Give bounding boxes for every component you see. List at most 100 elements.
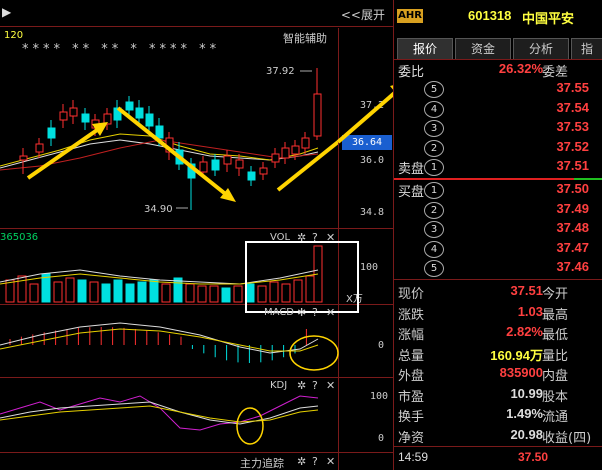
candle-body: [223, 155, 232, 165]
candle-body: [301, 137, 310, 149]
weibi-row: 委比 26.32% 委差: [394, 61, 602, 80]
kdj-axis-100: 100: [370, 391, 389, 402]
volume-bar: [29, 283, 39, 303]
tab-quote[interactable]: 报价: [397, 38, 453, 59]
kdj-j-line: [0, 395, 319, 431]
stock-name: 中国平安: [522, 12, 575, 27]
volume-bar: [77, 279, 87, 303]
tab-index[interactable]: 指: [571, 38, 602, 59]
chart-top-bar: ▶ <<展开: [0, 0, 393, 27]
stats-row: 净资 20.98 收益(四): [394, 427, 602, 446]
kline-chart-area[interactable]: ▶ <<展开 120 **** ** ** * **** ** 智能辅助 37.…: [0, 0, 393, 470]
level-index-icon: 2: [424, 139, 444, 157]
vol-axis-100: 100: [360, 262, 379, 273]
buy-level-row[interactable]: 4 37.47: [394, 240, 602, 259]
stat-label-2: 最高: [542, 307, 569, 323]
level-index-icon: 1: [424, 182, 444, 199]
level-price: 37.48: [556, 220, 589, 235]
candle-body: [235, 159, 244, 169]
tracker-help-icon[interactable]: ?: [312, 455, 318, 468]
candle-body: [135, 107, 144, 119]
stat-label-2: 内盘: [542, 369, 569, 384]
level-price: 37.50: [556, 181, 589, 196]
buy-level-row[interactable]: 2 37.49: [394, 201, 602, 220]
volume-bar: [137, 281, 147, 303]
volume-bar: [221, 287, 231, 303]
level-index-icon: 5: [424, 81, 444, 98]
stock-code: 601318: [468, 8, 512, 23]
tracker-gear-icon[interactable]: ✲: [297, 455, 306, 468]
sell-level-row[interactable]: 3 37.53: [394, 119, 602, 138]
stat-label: 现价: [398, 287, 425, 302]
sell-level-row[interactable]: 卖盘 1 37.51: [394, 158, 602, 177]
kdj-axis-0: 0: [378, 433, 385, 444]
volume-bar: [197, 285, 207, 303]
kdj-d-line: [0, 405, 319, 423]
stat-value: 37.51: [510, 283, 543, 298]
candle-body: [281, 147, 290, 159]
tracker-title[interactable]: 主力追踪: [240, 455, 284, 470]
quote-panel: AHR 601318 中国平安 报价 资金 分析 指 委比 26.32% 委差 …: [393, 0, 602, 470]
candle-body: [271, 153, 280, 163]
weibi-value: 26.32%: [498, 61, 543, 76]
stat-value: 20.98: [510, 426, 543, 442]
sell-level-row[interactable]: 2 37.52: [394, 139, 602, 158]
candle-body: [47, 127, 56, 139]
candle-body: [59, 111, 68, 121]
volume-bar: [125, 283, 135, 303]
stats-row: 涨跌 1.03 最高: [394, 304, 602, 323]
macd-axis-zero: 0: [378, 340, 385, 351]
stats-row: 涨幅 2.82% 最低: [394, 324, 602, 343]
candle-body: [81, 113, 90, 123]
levels-divider: [394, 279, 602, 280]
expand-button[interactable]: <<展开: [341, 6, 385, 23]
highlight-box: [245, 241, 359, 313]
candle-body: [313, 93, 322, 137]
ahr-badge[interactable]: AHR: [397, 9, 423, 23]
trade-divider: [394, 446, 602, 447]
buy-level-row[interactable]: 3 37.48: [394, 220, 602, 239]
quote-tabs: 报价 资金 分析 指: [397, 38, 602, 59]
buy-level-row[interactable]: 买盘 1 37.50: [394, 181, 602, 200]
tab-analysis[interactable]: 分析: [513, 38, 569, 59]
stat-label-2: 量比: [542, 348, 569, 364]
sell-label: 卖盘: [398, 162, 425, 177]
volume-bar: [41, 273, 51, 303]
level-index-icon: 1: [424, 159, 444, 176]
price-axis-mid: 36.0: [360, 155, 385, 166]
volume-bar: [209, 285, 219, 303]
stat-value: 2.82%: [506, 324, 543, 339]
candle-body: [69, 107, 78, 117]
vol-separator: [0, 228, 393, 229]
level-index-icon: 3: [424, 120, 444, 137]
volume-bar: [65, 277, 75, 303]
kdj-highlight-circle: [236, 407, 264, 445]
level-price: 37.53: [556, 119, 589, 134]
candle-body: [259, 167, 268, 175]
stats-row: 现价 37.51 今开: [394, 283, 602, 302]
tracker-close-icon[interactable]: ✕: [326, 455, 335, 468]
candle-group: [19, 68, 322, 210]
stat-label: 净资: [398, 430, 425, 446]
volume-bar: [89, 281, 99, 303]
stats-row: 换手 1.49% 流通: [394, 406, 602, 425]
macd-dif-line: [0, 322, 319, 354]
stat-label: 外盘: [398, 369, 425, 384]
level-index-icon: 3: [424, 221, 444, 238]
buy-level-row[interactable]: 5 37.46: [394, 259, 602, 278]
stat-value: 10.99: [510, 385, 543, 401]
level-index-icon: 4: [424, 240, 444, 258]
stat-label-2: 流通: [542, 410, 569, 425]
candle-body: [19, 155, 28, 161]
stat-label-2: 今开: [542, 287, 569, 302]
sell-level-row[interactable]: 5 37.55: [394, 80, 602, 99]
last-trade-price: 37.50: [518, 450, 549, 464]
stat-label-2: 收益(四): [542, 430, 592, 446]
volume-bar: [113, 279, 123, 303]
level-price: 37.47: [556, 239, 589, 255]
tab-funds[interactable]: 资金: [455, 38, 511, 59]
stat-value: 160.94万: [490, 347, 543, 363]
collapse-arrow-icon[interactable]: ▶: [2, 5, 11, 19]
sell-level-row[interactable]: 4 37.54: [394, 100, 602, 119]
stat-value: 1.03: [517, 303, 543, 319]
